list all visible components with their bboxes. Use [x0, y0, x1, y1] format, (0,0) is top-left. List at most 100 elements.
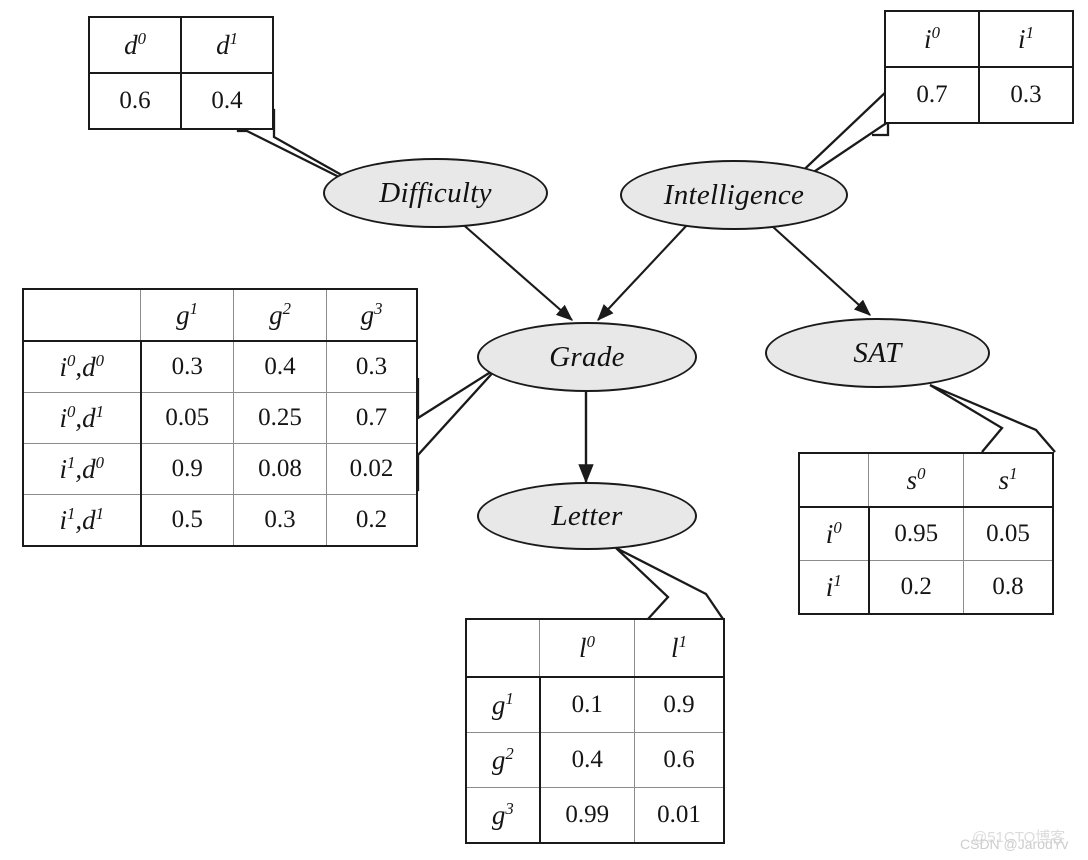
cpd-letter-rowhdr-0: g1	[465, 676, 541, 733]
symbol-base: g	[491, 689, 506, 720]
symbol-sup: 1	[95, 401, 104, 421]
symbol-sup: 0	[833, 517, 842, 537]
symbol-sup: 1	[1009, 463, 1018, 483]
table-row: i1,d0 0.9 0.08 0.02	[22, 443, 418, 495]
cpd-grade-cell: 0.3	[326, 340, 418, 393]
cpd-grade-cell: 0.7	[326, 392, 418, 444]
symbol-sup: 1	[678, 631, 687, 651]
symbol-base: d	[124, 29, 138, 60]
cpd-letter-col-0: l0	[539, 618, 635, 678]
symbol-base: s	[906, 464, 918, 495]
callout-sat-table	[929, 383, 1056, 453]
cpd-letter-corner	[465, 618, 540, 678]
table-row: i0,d0 0.3 0.4 0.3	[22, 340, 418, 393]
cpd-grade-cell: 0.3	[233, 494, 327, 547]
cpd-grade-col-1: g2	[233, 288, 327, 342]
symbol-sup: 2	[282, 298, 291, 318]
symbol-sup: 0	[95, 452, 104, 472]
node-difficulty[interactable]: Difficulty	[323, 158, 548, 228]
symbol-base: l	[579, 632, 587, 663]
table-row: d0 d1	[88, 16, 274, 74]
cpd-grade-rowhdr-3: i1,d1	[22, 494, 142, 547]
node-difficulty-label: Difficulty	[379, 176, 492, 209]
cpd-letter-cell: 0.4	[539, 732, 635, 788]
node-sat-label: SAT	[853, 336, 902, 369]
cpd-grade-cell: 0.2	[326, 494, 418, 547]
symbol-sup: 1	[505, 688, 514, 708]
cpd-grade-cell: 0.08	[233, 443, 327, 495]
symbol-base: d	[82, 402, 96, 433]
table-row: g3 0.99 0.01	[465, 787, 725, 844]
cpd-table-letter: l0 l1 g1 0.1 0.9 g2 0.4 0.6 g3 0.99 0.01	[465, 618, 725, 844]
table-row: i1,d1 0.5 0.3 0.2	[22, 494, 418, 547]
cpd-sat-col-1: s1	[963, 452, 1054, 508]
cpd-grade-cell: 0.9	[140, 443, 234, 495]
symbol-sup: 0	[67, 401, 76, 421]
edge-intelligence-sat	[771, 225, 871, 316]
cpd-sat-corner	[798, 452, 869, 508]
node-letter-label: Letter	[551, 499, 623, 532]
symbol-base: g	[176, 299, 190, 330]
cpd-intelligence-val-1: 0.3	[978, 66, 1074, 124]
symbol-sup: 0	[931, 22, 940, 42]
symbol-sup: 1	[833, 570, 842, 590]
symbol-base: d	[216, 29, 230, 60]
symbol-base: l	[671, 632, 679, 663]
symbol-base: g	[360, 299, 375, 330]
cpd-intelligence-val-0: 0.7	[884, 66, 980, 124]
cpd-letter-rowhdr-2: g3	[465, 787, 541, 844]
table-row: g2 0.4 0.6	[465, 732, 725, 788]
cpd-sat-cell: 0.8	[963, 560, 1054, 615]
table-row: g1 g2 g3	[22, 288, 418, 342]
cpd-grade-cell: 0.5	[140, 494, 234, 547]
node-grade[interactable]: Grade	[477, 322, 697, 392]
symbol-base: i	[924, 23, 932, 54]
symbol-sup: 3	[505, 798, 514, 818]
symbol-base: d	[82, 351, 96, 382]
cpd-intelligence-col-1: i1	[978, 10, 1074, 68]
cpd-grade-cell: 0.4	[233, 340, 327, 393]
symbol-base: i	[59, 351, 67, 382]
table-row: g1 0.1 0.9	[465, 676, 725, 733]
cpd-sat-col-0: s0	[868, 452, 964, 508]
node-intelligence[interactable]: Intelligence	[620, 160, 848, 230]
table-row: 0.7 0.3	[884, 66, 1074, 124]
table-row: s0 s1	[798, 452, 1054, 508]
node-sat[interactable]: SAT	[765, 318, 990, 388]
symbol-sup: 0	[917, 463, 926, 483]
cpd-table-grade: g1 g2 g3 i0,d0 0.3 0.4 0.3 i0,d1 0.05 0.…	[22, 288, 418, 547]
cpd-table-difficulty: d0 d1 0.6 0.4	[88, 16, 274, 130]
symbol-sup: 0	[586, 631, 595, 651]
cpd-grade-rowhdr-2: i1,d0	[22, 443, 142, 495]
symbol-base: s	[998, 464, 1010, 495]
symbol-sup: 1	[67, 503, 76, 523]
cpd-difficulty-val-0: 0.6	[88, 72, 182, 130]
symbol-base: g	[269, 299, 283, 330]
symbol-sup: 1	[229, 28, 238, 48]
symbol-base: g	[491, 799, 506, 830]
cpd-difficulty-col-1: d1	[180, 16, 274, 74]
symbol-base: i	[1018, 23, 1026, 54]
cpd-grade-corner	[22, 288, 141, 342]
cpd-difficulty-col-0: d0	[88, 16, 182, 74]
symbol-sup: 2	[505, 743, 514, 763]
table-row: i0 0.95 0.05	[798, 506, 1054, 561]
cpd-sat-cell: 0.95	[868, 506, 964, 561]
cpd-table-sat: s0 s1 i0 0.95 0.05 i1 0.2 0.8	[798, 452, 1054, 615]
node-letter[interactable]: Letter	[477, 482, 697, 550]
cpd-grade-rowhdr-1: i0,d1	[22, 392, 142, 444]
cpd-grade-rowhdr-0: i0,d0	[22, 340, 142, 393]
cpd-sat-cell: 0.05	[963, 506, 1054, 561]
symbol-sup: 1	[67, 452, 76, 472]
bayesian-network-figure: Difficulty Intelligence Grade SAT Letter…	[0, 0, 1088, 860]
cpd-grade-cell: 0.3	[140, 340, 234, 393]
symbol-sup: 1	[95, 503, 104, 523]
cpd-grade-cell: 0.02	[326, 443, 418, 495]
node-intelligence-label: Intelligence	[663, 178, 805, 211]
symbol-sup: 0	[137, 28, 146, 48]
symbol-base: i	[59, 453, 67, 484]
cpd-difficulty-val-1: 0.4	[180, 72, 274, 130]
callout-grade-table	[408, 367, 498, 492]
symbol-base: i	[59, 402, 67, 433]
symbol-sup: 1	[189, 298, 198, 318]
